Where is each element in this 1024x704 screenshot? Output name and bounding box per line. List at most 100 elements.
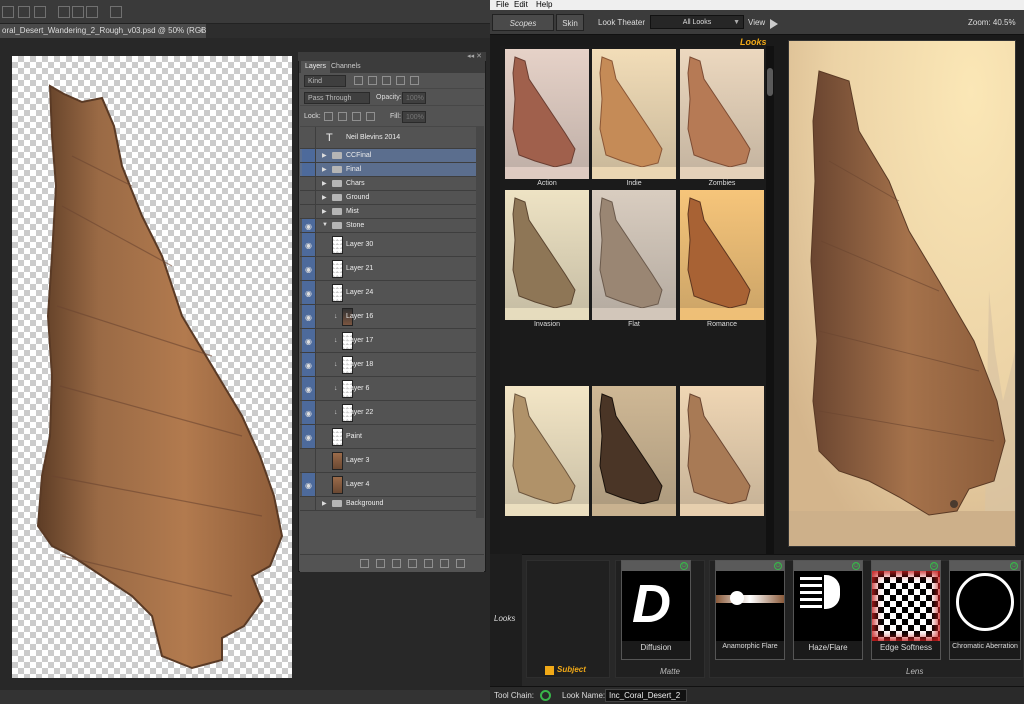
layer-row[interactable]: ▶ Ground [300,191,476,205]
chevron-right-icon[interactable]: ▶ [322,208,327,215]
filter-kind-select[interactable]: Kind [304,75,346,87]
layer-row[interactable]: ▶ Background [300,497,476,511]
filter-adjustment-icon[interactable] [368,76,377,85]
fill-field[interactable]: 100% [402,111,426,123]
adjustment-layer-icon[interactable] [408,559,417,568]
document-tab[interactable]: oral_Desert_Wandering_2_Rough_v03.psd @ … [0,24,206,38]
layer-row[interactable]: ▶ Final [300,163,476,177]
chevron-right-icon[interactable]: ▶ [322,500,327,507]
layer-row[interactable]: ◉ Paint [300,425,476,449]
visibility-toggle[interactable]: ◉ [302,305,316,328]
filter-pixel-icon[interactable] [354,76,363,85]
layer-row[interactable]: ▶ CCFinal [300,149,476,163]
looks-scrollbar-thumb[interactable] [767,68,773,96]
visibility-toggle[interactable]: ◉ [302,425,316,448]
lock-pixels-icon[interactable] [338,112,347,121]
scopes-button[interactable]: Scopes [492,14,554,31]
layer-row[interactable]: ◉ ↓ Layer 22 [300,401,476,425]
layer-row[interactable]: T Neil Blevins 2014 [300,127,476,149]
tool-edge-softness[interactable]: ⏻ Edge Softness [871,560,941,660]
layer-row[interactable]: ◉ Layer 21 [300,257,476,281]
power-icon[interactable]: ⏻ [1010,562,1018,570]
layer-row[interactable]: ◉ Layer 4 [300,473,476,497]
looks-scrollbar[interactable] [766,46,774,554]
align-center-icon[interactable] [18,6,30,18]
tool-chain-power-icon[interactable] [540,690,551,701]
align-right-icon[interactable] [34,6,46,18]
chevron-right-icon[interactable]: ▶ [322,152,327,159]
visibility-toggle[interactable] [302,127,316,148]
menu-file[interactable]: File [496,0,509,10]
visibility-toggle[interactable]: ◉ [302,401,316,424]
visibility-toggle[interactable]: ◉ [302,233,316,256]
panel-collapse-icon[interactable]: ◂◂ ✕ [298,52,486,61]
layers-scrollbar[interactable] [476,127,484,518]
opacity-field[interactable]: 100% [402,92,426,104]
layer-row[interactable]: ◉ Layer 24 [300,281,476,305]
visibility-toggle[interactable]: ◉ [302,353,316,376]
blend-mode-select[interactable]: Pass Through [304,92,370,104]
visibility-toggle[interactable] [302,163,316,176]
align-icon[interactable] [2,6,14,18]
distribute-center-icon[interactable] [72,6,84,18]
layer-row[interactable]: ◉ ▼ Stone [300,219,476,233]
subject-slot[interactable]: Subject [526,560,610,678]
layer-row[interactable]: ◉ ↓ Layer 6 [300,377,476,401]
tab-channels[interactable]: Channels [327,61,365,73]
layer-row[interactable]: ◉ ↓ Layer 17 [300,329,476,353]
lock-transparency-icon[interactable] [324,112,333,121]
chevron-right-icon[interactable]: ▶ [322,180,327,187]
layer-style-fx-icon[interactable] [376,559,385,568]
view-label[interactable]: View [748,14,765,31]
new-group-icon[interactable] [424,559,433,568]
visibility-toggle[interactable] [302,149,316,162]
chevron-right-icon[interactable]: ▶ [322,194,327,201]
visibility-toggle[interactable] [302,177,316,190]
distribute-top-icon[interactable] [58,6,70,18]
visibility-toggle[interactable]: ◉ [302,377,316,400]
tab-layers[interactable]: Layers [301,61,331,73]
menu-edit[interactable]: Edit [514,0,528,10]
visibility-toggle[interactable]: ◉ [302,329,316,352]
layer-row[interactable]: ▶ Mist [300,205,476,219]
power-icon[interactable]: ⏻ [852,562,860,570]
power-icon[interactable]: ⏻ [930,562,938,570]
document-canvas[interactable] [12,56,292,678]
visibility-toggle[interactable] [302,205,316,218]
power-icon[interactable]: ⏻ [680,562,688,570]
menu-help[interactable]: Help [536,0,552,10]
layer-row[interactable]: ▶ Chars [300,177,476,191]
chevron-down-icon[interactable]: ▼ [322,222,328,228]
trash-icon[interactable] [456,559,465,568]
tool-chromatic-aberration[interactable]: ⏻ Chromatic Aberration [949,560,1021,660]
filter-type-icon[interactable] [382,76,391,85]
power-icon[interactable]: ⏻ [774,562,782,570]
skin-button[interactable]: Skin [556,14,584,31]
look-name-field[interactable]: Inc_Coral_Desert_2 [605,689,687,702]
filter-shape-icon[interactable] [396,76,405,85]
tool-anamorphic-flare[interactable]: ⏻ Anamorphic Flare [715,560,785,660]
layer-row[interactable]: ◉ ↓ Layer 16 [300,305,476,329]
visibility-toggle[interactable]: ◉ [302,281,316,304]
visibility-toggle[interactable]: ◉ [302,257,316,280]
layer-row[interactable]: Layer 3 [300,449,476,473]
lock-position-icon[interactable] [352,112,361,121]
look-category-dropdown[interactable]: All Looks ▼ [650,15,744,29]
preview-viewport[interactable] [788,40,1016,547]
visibility-toggle[interactable] [302,497,316,510]
tool-haze-flare[interactable]: ⏻ Haze/Flare [793,560,863,660]
chevron-right-icon[interactable]: ▶ [322,166,327,173]
new-layer-icon[interactable] [440,559,449,568]
visibility-toggle[interactable] [302,449,316,472]
add-mask-icon[interactable] [392,559,401,568]
play-icon[interactable] [770,19,778,29]
tool-diffusion[interactable]: ⏻ D Diffusion [621,560,691,660]
auto-align-icon[interactable] [110,6,122,18]
horizontal-scrollbar[interactable] [0,690,490,704]
layer-row[interactable]: ◉ Layer 30 [300,233,476,257]
lock-all-icon[interactable] [366,112,375,121]
close-tab-icon[interactable]: × [199,24,204,38]
filter-smart-object-icon[interactable] [410,76,419,85]
link-layers-icon[interactable] [360,559,369,568]
distribute-bottom-icon[interactable] [86,6,98,18]
